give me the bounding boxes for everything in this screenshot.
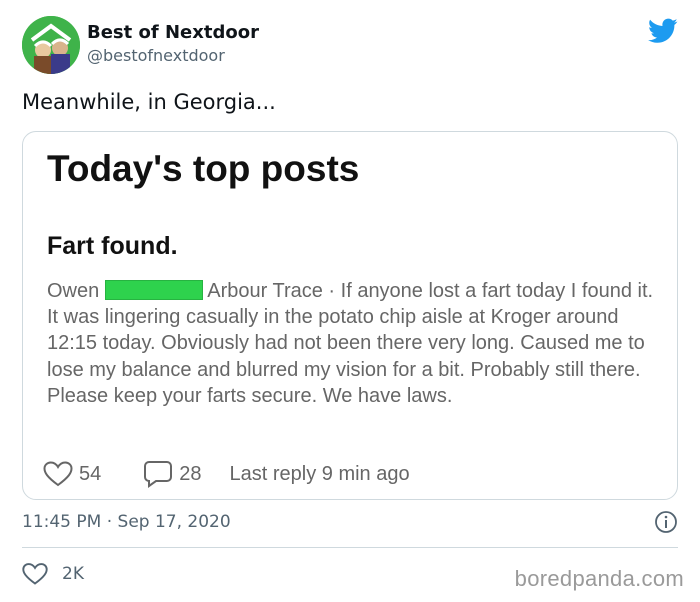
like-button[interactable]: 2K xyxy=(22,562,84,586)
card-footer: 54 28 Last reply 9 min ago xyxy=(43,460,410,488)
like-count: 2K xyxy=(62,564,84,584)
author-redaction xyxy=(104,280,203,300)
tweet-text: Meanwhile, in Georgia... xyxy=(22,90,276,114)
reply-count: 28 xyxy=(179,462,202,485)
handle[interactable]: @bestofnextdoor xyxy=(87,46,225,65)
post-title: Fart found. xyxy=(47,232,178,260)
last-reply: Last reply 9 min ago xyxy=(229,462,410,485)
tweet: Best of Nextdoor @bestofnextdoor Meanwhi… xyxy=(0,0,700,602)
reply-count-item: 28 xyxy=(143,460,202,488)
post-body: Owen Arbour Trace · If anyone lost a far… xyxy=(47,278,659,409)
info-icon[interactable] xyxy=(654,510,678,534)
post-author: Owen xyxy=(47,280,100,302)
card-heading: Today's top posts xyxy=(47,148,360,189)
heart-icon xyxy=(22,563,48,585)
tweet-timestamp[interactable]: 11:45 PM · Sep 17, 2020 xyxy=(22,512,231,532)
heart-icon xyxy=(43,461,73,487)
thanks-count-item: 54 xyxy=(43,461,101,487)
nextdoor-screenshot-card: Today's top posts Fart found. Owen Arbou… xyxy=(22,131,678,500)
twitter-bird-icon[interactable] xyxy=(648,18,678,44)
comment-icon xyxy=(144,461,173,488)
divider xyxy=(22,547,678,548)
watermark: boredpanda.com xyxy=(514,566,684,591)
thanks-count: 54 xyxy=(79,462,102,485)
avatar[interactable] xyxy=(22,16,80,74)
display-name[interactable]: Best of Nextdoor xyxy=(87,22,259,43)
